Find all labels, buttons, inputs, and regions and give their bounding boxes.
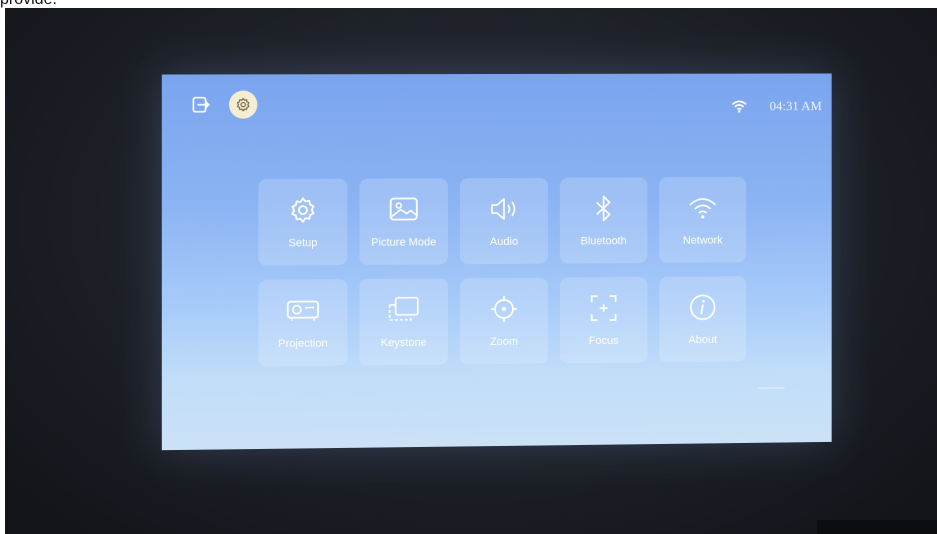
tile-bluetooth[interactable]: Bluetooth (559, 177, 648, 264)
status-bar: 04:31 AM (162, 73, 832, 119)
tile-zoom[interactable]: Zoom (459, 277, 548, 365)
tile-label: Picture Mode (371, 236, 437, 249)
tile-network[interactable]: Network (659, 176, 747, 263)
tile-picture-mode[interactable]: Picture Mode (359, 178, 448, 265)
tile-label: Bluetooth (580, 235, 627, 248)
image-icon (387, 194, 421, 224)
floor-shadow (817, 520, 937, 534)
bluetooth-icon (587, 193, 621, 223)
tile-keystone[interactable]: Keystone (359, 278, 448, 366)
tile-label: Projection (278, 337, 328, 351)
wifi-icon (686, 193, 720, 223)
tile-label: Focus (588, 334, 619, 348)
exit-icon[interactable] (192, 97, 210, 113)
tile-focus[interactable]: Focus (559, 276, 648, 364)
projector-screen: 04:31 AM Setup Picture Mode Audio Blueto… (161, 73, 832, 451)
wifi-icon (731, 99, 747, 113)
room-photo: 04:31 AM Setup Picture Mode Audio Blueto… (5, 8, 937, 534)
speaker-icon (487, 194, 521, 224)
settings-button[interactable] (228, 90, 258, 119)
tile-label: Audio (489, 235, 519, 249)
info-icon (686, 292, 720, 322)
focus-icon (587, 293, 621, 323)
tile-about[interactable]: About (659, 276, 747, 363)
tile-label: Zoom (489, 335, 519, 349)
tile-label: Setup (288, 237, 318, 250)
keystone-icon (387, 295, 421, 325)
screen-glare-mark (756, 386, 785, 390)
settings-menu-grid: Setup Picture Mode Audio Bluetooth Netwo… (258, 176, 747, 367)
tile-audio[interactable]: Audio (459, 177, 548, 265)
tile-label: Network (682, 234, 723, 247)
gear-icon (235, 97, 251, 113)
gear-icon (286, 195, 320, 225)
clock: 04:31 AM (769, 98, 822, 114)
tile-projection[interactable]: Projection (258, 279, 348, 367)
zoom-target-icon (487, 294, 521, 324)
projector-icon (286, 295, 320, 325)
tile-label: About (688, 334, 717, 347)
tile-label: Keystone (380, 336, 427, 350)
tile-setup[interactable]: Setup (258, 178, 348, 266)
